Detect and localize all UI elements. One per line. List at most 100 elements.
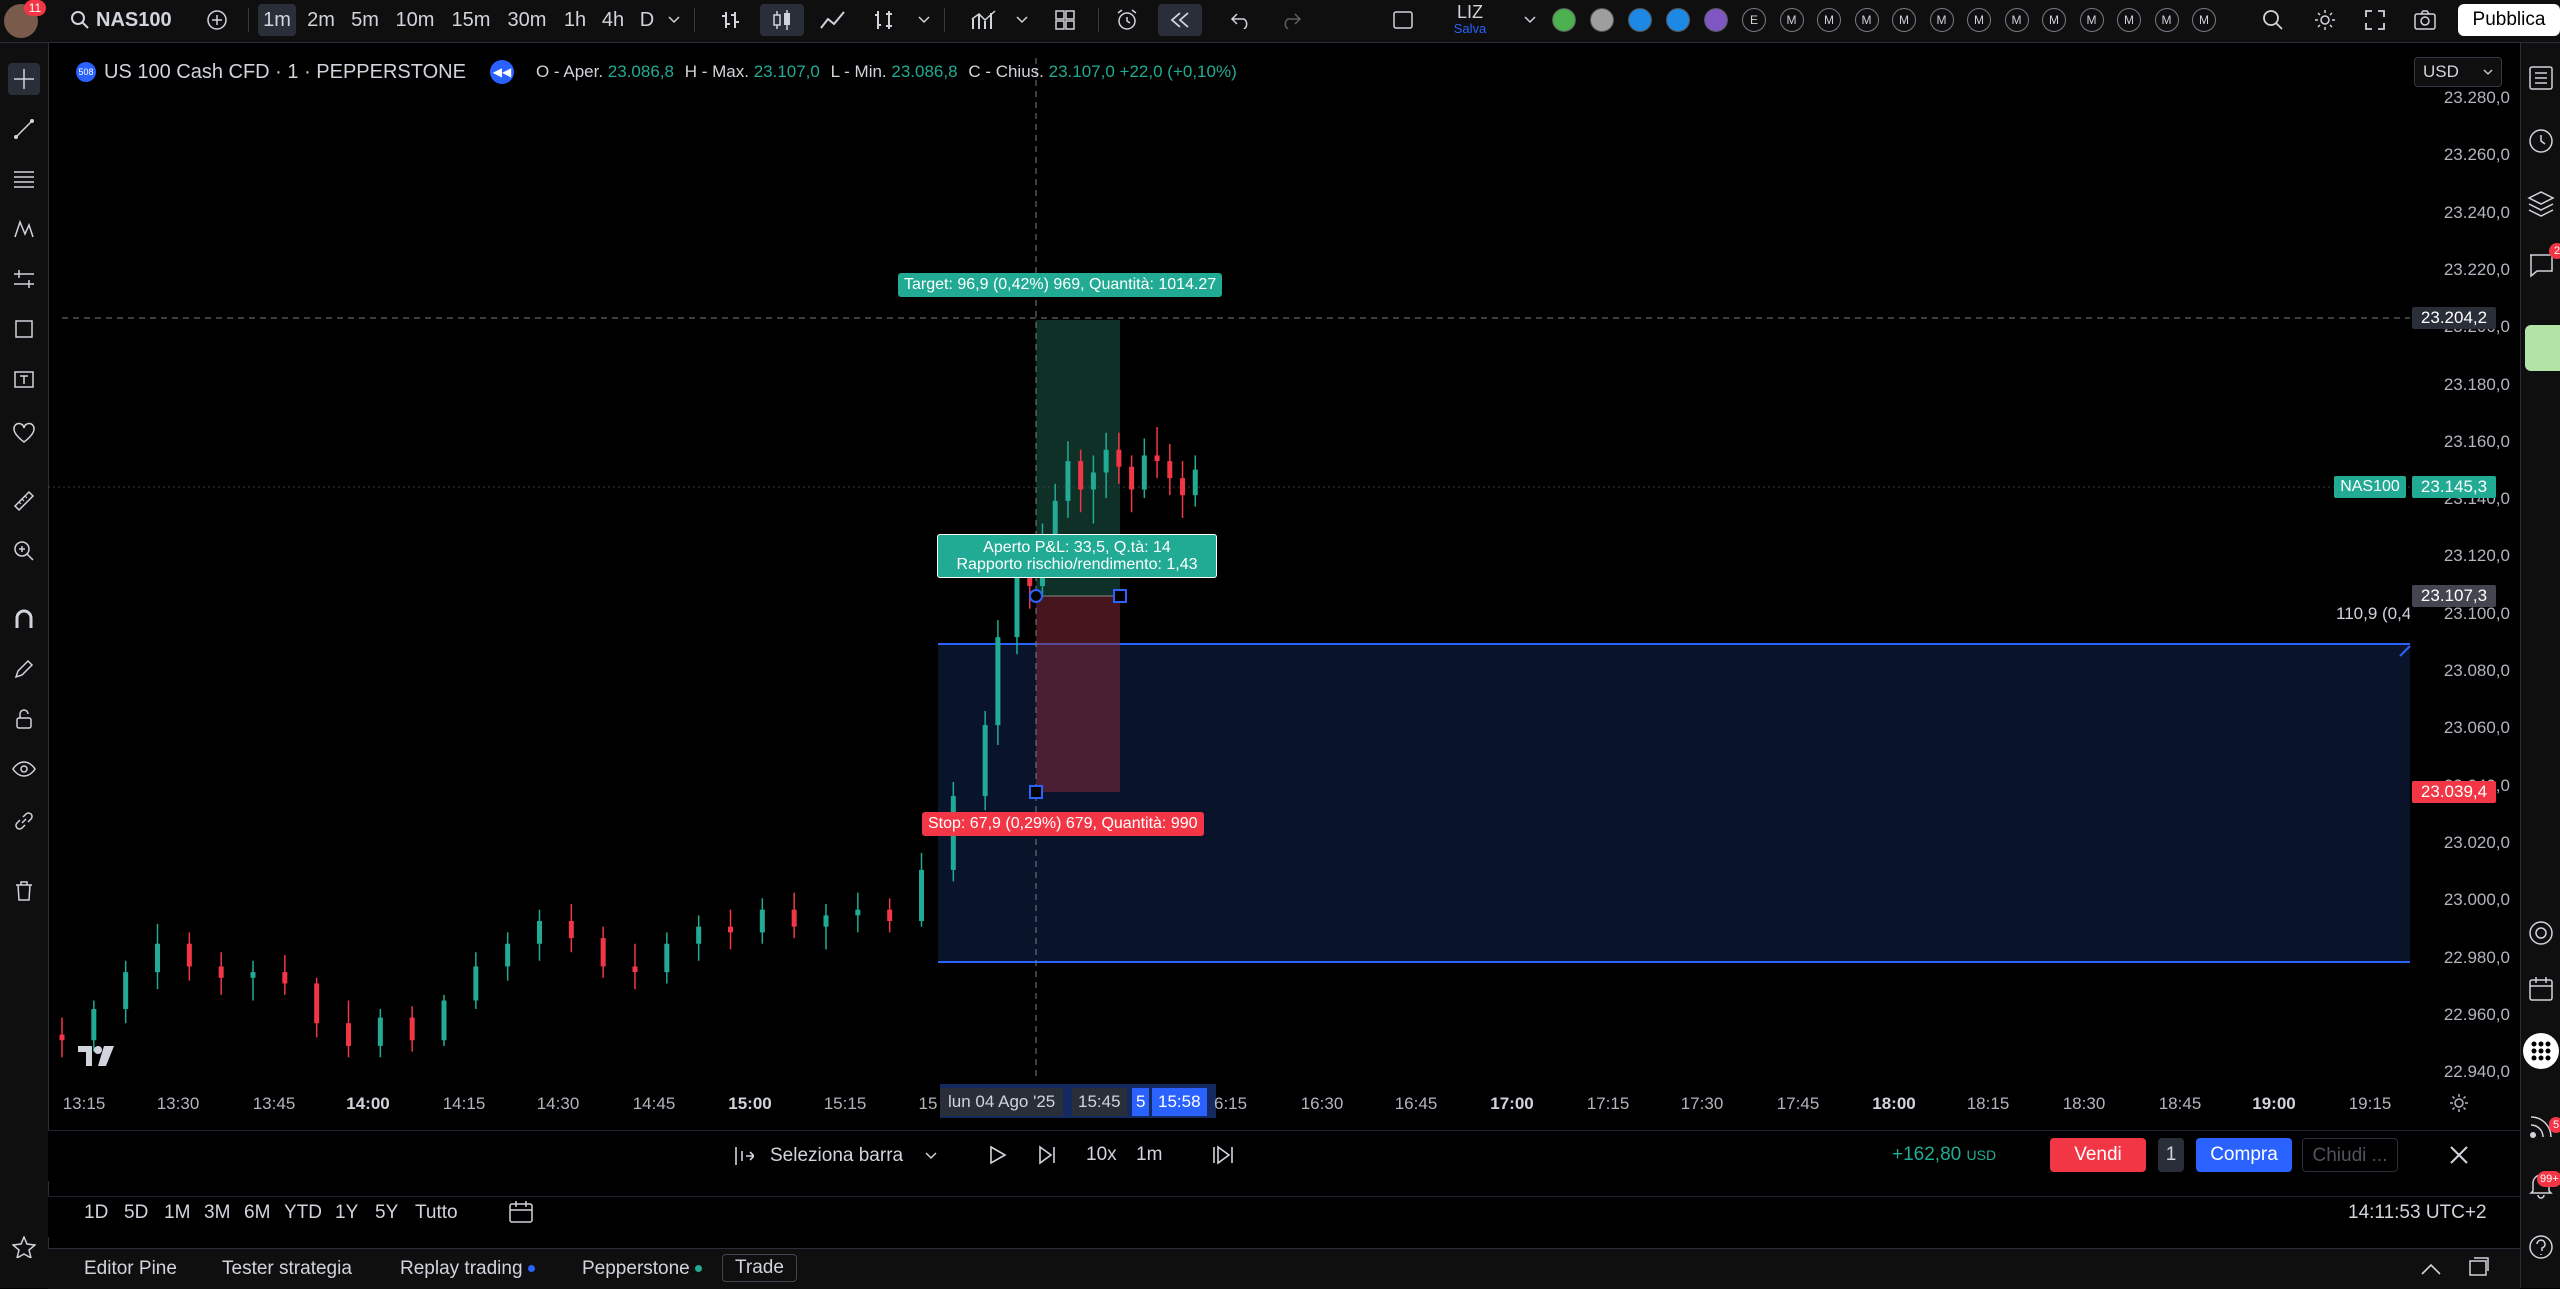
time-tick: 19:15 bbox=[2348, 1094, 2392, 1113]
candle-body bbox=[346, 1023, 351, 1046]
collapse-panel-button[interactable] bbox=[2420, 1260, 2442, 1282]
buy-button[interactable]: Compra bbox=[2196, 1138, 2292, 1172]
time-tick: 13:45 bbox=[252, 1094, 296, 1113]
price-tick: 23.220,0 bbox=[2443, 259, 2510, 279]
play-button[interactable] bbox=[986, 1144, 1008, 1172]
candle-body bbox=[568, 921, 574, 939]
time-tick: 15:15 bbox=[823, 1094, 867, 1113]
price-tick: 23.240,0 bbox=[2443, 202, 2510, 222]
range-1d[interactable]: 1D bbox=[84, 1202, 108, 1224]
range-5y[interactable]: 5Y bbox=[375, 1202, 398, 1224]
candle-body bbox=[59, 1034, 65, 1041]
replay-mode-indicator[interactable]: ◀◀ bbox=[489, 60, 514, 84]
price-tick: 23.080,0 bbox=[2443, 661, 2510, 680]
stop-handle[interactable] bbox=[1029, 785, 1043, 799]
candle-body bbox=[1116, 449, 1122, 467]
time-tick: 18:30 bbox=[2062, 1094, 2106, 1113]
gear-icon bbox=[2450, 1094, 2468, 1112]
range-end-time: 15:58 bbox=[1152, 1088, 1207, 1116]
step-forward-icon bbox=[1039, 1145, 1055, 1165]
pnl-line-2: Rapporto rischio/rendimento: 1,43 bbox=[956, 556, 1198, 573]
replay-interval-button[interactable]: 1m bbox=[1136, 1144, 1162, 1166]
price-tick: 23.120,0 bbox=[2443, 546, 2510, 566]
target-label[interactable]: Target: 96,9 (0,42%) 969, Quantità: 1014… bbox=[898, 273, 1223, 297]
replay-speed-button[interactable]: 10x bbox=[1086, 1144, 1117, 1166]
tab-trade[interactable]: Trade bbox=[722, 1254, 797, 1282]
candle-body bbox=[282, 972, 288, 984]
candle-body bbox=[505, 943, 511, 967]
time-tick: 14:00 bbox=[346, 1094, 390, 1113]
price-tick: 23.280,0 bbox=[2443, 88, 2510, 107]
tab-strategy-tester[interactable]: Tester strategia bbox=[222, 1258, 352, 1280]
price-axis[interactable]: 23.280,023.260,023.240,023.220,023.200,0… bbox=[2410, 58, 2510, 1081]
calendar-range-icon bbox=[509, 1201, 533, 1223]
candle-body bbox=[91, 1009, 97, 1041]
time-tick: 14:30 bbox=[536, 1094, 580, 1113]
tab-replay-dot bbox=[527, 1265, 535, 1273]
candle-body bbox=[218, 966, 224, 978]
pnl-value: +162,80 bbox=[1892, 1144, 1962, 1165]
candle-body bbox=[995, 637, 1001, 726]
candle-body bbox=[664, 943, 670, 973]
play-icon bbox=[990, 1145, 1007, 1165]
range-tutto[interactable]: Tutto bbox=[415, 1202, 458, 1224]
candle-body bbox=[186, 943, 192, 967]
crosshair-price-label: 23.204,2 bbox=[2412, 307, 2496, 329]
replay-pnl: +162,80 USD bbox=[1892, 1144, 1996, 1166]
goto-date-button[interactable] bbox=[508, 1200, 534, 1230]
stop-label[interactable]: Stop: 67,9 (0,29%) 679, Quantità: 990 bbox=[922, 812, 1204, 836]
candle-body bbox=[1180, 478, 1186, 496]
open-value: 23.086,8 bbox=[607, 62, 674, 81]
step-forward-button[interactable] bbox=[1036, 1144, 1058, 1172]
select-bar-button[interactable]: Seleziona barra bbox=[732, 1140, 937, 1172]
candle-body bbox=[377, 1017, 383, 1046]
entry-handle-right[interactable] bbox=[1113, 589, 1127, 603]
range-1m[interactable]: 1M bbox=[164, 1202, 190, 1224]
sell-button[interactable]: Vendi bbox=[2050, 1138, 2146, 1172]
candle-body bbox=[791, 909, 797, 927]
time-tick: 17:00 bbox=[1490, 1094, 1534, 1113]
open-label: O - Aper. bbox=[535, 62, 604, 81]
tab-replay-trading[interactable]: Replay trading bbox=[400, 1258, 535, 1280]
price-tick: 23.260,0 bbox=[2443, 145, 2510, 165]
pnl-label[interactable]: Aperto P&L: 33,5, Q.tà: 14 Rapporto risc… bbox=[937, 534, 1217, 578]
maximize-panel-button[interactable] bbox=[2468, 1256, 2490, 1284]
clock-display[interactable]: 14:11:53 UTC+2 bbox=[2348, 1202, 2487, 1224]
tradingview-logo[interactable] bbox=[78, 1044, 120, 1074]
tab-pine-editor[interactable]: Editor Pine bbox=[84, 1258, 177, 1280]
replay-controls-bar bbox=[48, 1130, 2520, 1181]
candle-body bbox=[537, 921, 542, 944]
candle-body bbox=[823, 915, 829, 927]
loss-zone[interactable] bbox=[1036, 596, 1120, 792]
price-tick: 23.020,0 bbox=[2443, 832, 2510, 852]
price-tick: 23.060,0 bbox=[2443, 718, 2510, 738]
entry-handle-left[interactable] bbox=[1029, 589, 1043, 603]
candle-body bbox=[1154, 455, 1160, 462]
legend-title[interactable]: US 100 Cash CFD · 1 · PEPPERSTONE bbox=[104, 61, 466, 84]
tab-pepperstone[interactable]: Pepperstone bbox=[582, 1258, 702, 1280]
range-6m[interactable]: 6M bbox=[244, 1202, 270, 1224]
range-ytd[interactable]: YTD bbox=[284, 1202, 322, 1224]
jump-to-realtime-button[interactable] bbox=[1212, 1144, 1236, 1172]
time-tick: 13:30 bbox=[156, 1094, 200, 1113]
close-position-button[interactable]: Chiudi ... bbox=[2302, 1138, 2398, 1172]
time-axis-settings-button[interactable] bbox=[2448, 1092, 2470, 1120]
quantity-field[interactable]: 1 bbox=[2158, 1138, 2184, 1172]
ohlc-values: O - Aper. 23.086,8 H - Max. 23.107,0 L -… bbox=[536, 62, 1237, 82]
close-replay-button[interactable] bbox=[2448, 1144, 2470, 1172]
candle-body bbox=[1090, 472, 1096, 490]
range-5d[interactable]: 5D bbox=[124, 1202, 148, 1224]
candle-body bbox=[123, 972, 129, 1010]
time-tick: 15:00 bbox=[728, 1094, 772, 1113]
range-1y[interactable]: 1Y bbox=[335, 1202, 358, 1224]
close-value: 23.107,0 bbox=[1048, 62, 1115, 81]
analysis-range-box[interactable] bbox=[938, 644, 2410, 962]
tradingview-logo-icon bbox=[78, 1046, 114, 1066]
time-tick: 16:30 bbox=[1300, 1094, 1344, 1113]
candle-body bbox=[1129, 466, 1135, 490]
candle-body bbox=[632, 966, 638, 973]
tab-replay-label: Replay trading bbox=[400, 1258, 523, 1279]
range-3m[interactable]: 3M bbox=[204, 1202, 230, 1224]
select-bar-label: Seleziona barra bbox=[770, 1145, 904, 1166]
time-axis[interactable]: 13:15 13:30 13:45 14:00 14:15 14:30 14:45 15:00… bbox=[48, 1084, 2510, 1124]
